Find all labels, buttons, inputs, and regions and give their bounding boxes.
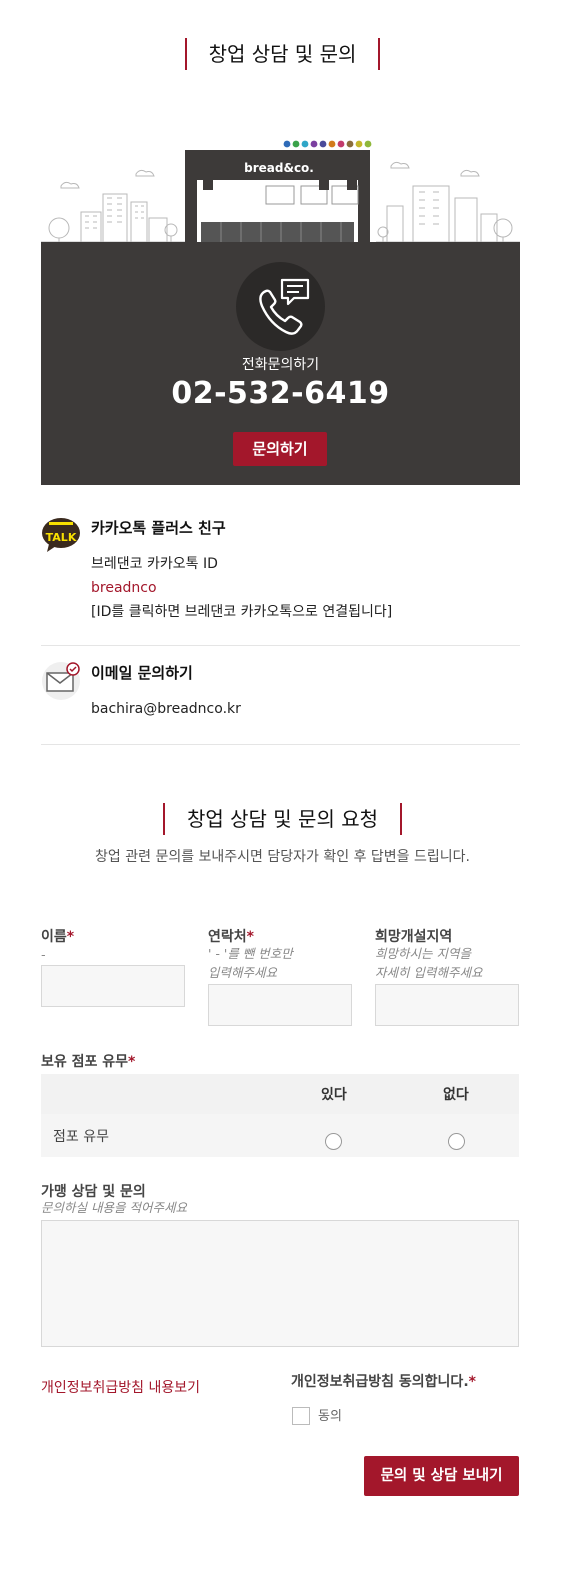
inquiry-hint: 문의하실 내용을 적어주세요	[41, 1200, 187, 1215]
required-mark: *	[128, 1054, 136, 1070]
contact-hint-line2: 입력해주세요	[208, 965, 278, 980]
submit-button[interactable]: 문의 및 상담 보내기	[364, 1456, 519, 1496]
phone-inquiry-panel: 전화문의하기 02-532-6419 문의하기	[41, 242, 520, 485]
store-no-radio[interactable]	[448, 1133, 465, 1150]
skyline-right	[376, 161, 520, 243]
phone-inquiry-button[interactable]: 문의하기	[233, 432, 327, 466]
contact-hint-line1: ' - '를 뺀 번호만	[208, 946, 293, 961]
store-yes-radio[interactable]	[325, 1133, 342, 1150]
privacy-agree-option: 동의	[318, 1409, 342, 1424]
kakao-note: [ID를 클릭하면 브레댄코 카카오톡으로 연결됩니다]	[91, 604, 393, 620]
store-sign: bread&co.	[244, 161, 314, 175]
store-col-no: 없다	[443, 1087, 469, 1103]
kakao-id-link[interactable]: breadnco	[91, 576, 392, 600]
privacy-agree-label-text: 개인정보취급방침 동의합니다.	[291, 1374, 469, 1390]
phone-number[interactable]: 02-532-6419	[41, 376, 520, 411]
kakao-title: 카카오톡 플러스 친구	[91, 519, 226, 537]
contact-label-text: 연락처	[208, 929, 247, 945]
kakao-contact: TALK 카카오톡 플러스 친구 브레댄코 카카오톡 ID breadnco […	[41, 516, 520, 632]
store-label: 보유 점포 유무*	[41, 1051, 135, 1071]
contact-input[interactable]	[208, 984, 352, 1026]
page-title-text: 창업 상담 및 문의	[184, 38, 381, 70]
divider	[41, 645, 520, 646]
inquiry-textarea[interactable]	[41, 1220, 519, 1347]
page-title: 창업 상담 및 문의	[0, 38, 565, 70]
region-input[interactable]	[375, 984, 519, 1026]
store-row-label: 점포 유무	[53, 1129, 109, 1145]
region-label: 희망개설지역	[375, 929, 453, 945]
divider	[41, 744, 520, 745]
phone-inquiry-label: 전화문의하기	[241, 357, 320, 373]
region-hint-line1: 희망하시는 지역을	[375, 946, 471, 961]
request-title-text: 창업 상담 및 문의 요청	[162, 803, 403, 835]
contact-label: 연락처*	[208, 926, 254, 946]
phone-chat-icon	[236, 262, 325, 351]
required-mark: *	[468, 1374, 476, 1390]
name-label-text: 이름	[41, 929, 67, 945]
request-subtitle: 창업 관련 문의를 보내주시면 담당자가 확인 후 답변을 드립니다.	[95, 849, 470, 865]
kakao-icon-text: TALK	[46, 531, 77, 544]
region-hint: 희망하시는 지역을 자세히 입력해주세요	[375, 944, 482, 982]
skyline-left	[41, 169, 185, 243]
email-title: 이메일 문의하기	[91, 664, 193, 682]
privacy-policy-link[interactable]: 개인정보취급방침 내용보기	[41, 1377, 200, 1397]
email-contact: 이메일 문의하기 bachira@breadnco.kr	[41, 661, 520, 731]
name-input[interactable]	[41, 965, 185, 1007]
request-title: 창업 상담 및 문의 요청	[0, 803, 565, 835]
required-mark: *	[66, 929, 75, 945]
store-col-yes: 있다	[321, 1087, 347, 1103]
required-mark: *	[246, 929, 254, 945]
privacy-agree-checkbox[interactable]	[292, 1407, 310, 1425]
kakao-id-label: 브레댄코 카카오톡 ID	[91, 556, 218, 572]
region-hint-line2: 자세히 입력해주세요	[375, 965, 483, 980]
name-hint: -	[41, 947, 46, 962]
store-illustration: bread&co.	[41, 140, 520, 243]
color-dots	[283, 140, 372, 148]
email-icon	[41, 661, 81, 701]
kakao-talk-icon: TALK	[41, 516, 81, 556]
store-ownership-table: 있다 없다 점포 유무	[41, 1074, 519, 1157]
name-label: 이름*	[41, 926, 74, 946]
contact-hint: ' - '를 뺀 번호만 입력해주세요	[208, 944, 293, 982]
email-address[interactable]: bachira@breadnco.kr	[91, 697, 241, 721]
privacy-agree-label: 개인정보취급방침 동의합니다.*	[291, 1371, 476, 1391]
store-label-text: 보유 점포 유무	[41, 1054, 129, 1070]
